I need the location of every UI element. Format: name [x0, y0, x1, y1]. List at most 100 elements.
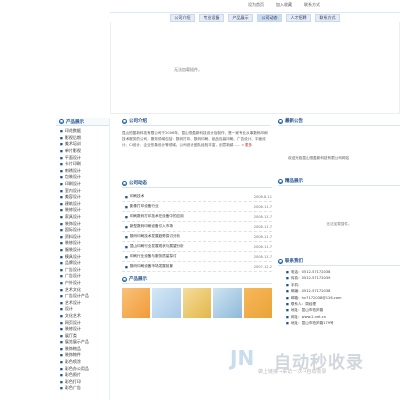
- products-title-icon: ■: [122, 276, 127, 282]
- sidebar-item[interactable]: ■ 艺术设计: [56, 299, 109, 306]
- bullet-icon: ■: [60, 379, 63, 384]
- nav-jobs[interactable]: 人才招聘: [286, 14, 311, 22]
- bullet-icon: ■: [125, 244, 128, 249]
- sidebar-item[interactable]: ■ 彩色办公用品: [56, 365, 109, 372]
- sidebar-item[interactable]: ■ 装饰物品: [56, 346, 109, 353]
- announcement-section: ■ 最新公告 欢迎光临昆山恒盈新科技有限公司网站: [278, 118, 400, 178]
- sidebar-item[interactable]: ■ 装饰设计: [56, 220, 109, 227]
- sidebar-item-label: 装修设计: [64, 207, 81, 213]
- news-row-title: ■ 新型数码印刷设备引入市场: [125, 224, 173, 229]
- add-favorite-link[interactable]: 加入收藏: [276, 2, 292, 8]
- sidebar-item[interactable]: ■ 包装设计: [56, 174, 109, 181]
- product-image[interactable]: [152, 288, 181, 318]
- nav-news[interactable]: 公司动态: [257, 14, 282, 22]
- sidebar-item[interactable]: ■ 家具设计: [56, 214, 109, 221]
- news-row[interactable]: ■ 印刷行业设备与服务质量探讨 2008.11.7: [122, 252, 272, 262]
- sidebar-item[interactable]: ■ 展厅类: [56, 332, 109, 339]
- bullet-icon: ■: [60, 366, 63, 371]
- watermark-logo-icon: JN: [230, 346, 255, 370]
- bullet-icon: ■: [60, 135, 63, 140]
- sidebar-item-label: 广告设计: [64, 266, 81, 272]
- sidebar-item[interactable]: ■ 室内设计: [56, 187, 109, 194]
- bullet-icon: ■: [60, 386, 63, 391]
- sidebar-item[interactable]: ■ 网页设计: [56, 319, 109, 326]
- news-headline: 印刷行业设备与服务质量探讨: [129, 254, 177, 258]
- news-row[interactable]: ■ 昆山印刷行业发展现状与展望分析 2008.11.7: [122, 242, 272, 252]
- news-date: 2008.11.7: [253, 234, 272, 239]
- sidebar-item[interactable]: ■ 平面设计: [56, 154, 109, 161]
- nav-contact[interactable]: 联系方式: [315, 14, 340, 22]
- sidebar-item[interactable]: ■ 印刷设计: [56, 181, 109, 188]
- sidebar-item[interactable]: ■ 美容设计: [56, 194, 109, 201]
- sidebar-item[interactable]: ■ 装修设计: [56, 207, 109, 214]
- nav-equipment[interactable]: 专业设备: [199, 14, 224, 22]
- announcement-title-icon: ■: [278, 118, 283, 124]
- news-row[interactable]: ■ 印刷数码打印技术在设备中的应用 2008.11.7: [122, 212, 272, 222]
- sidebar-item[interactable]: ■ 影视后期: [56, 135, 109, 142]
- sidebar-item[interactable]: ■ 艺术文化: [56, 286, 109, 293]
- sidebar-item-label: 品牌设计: [64, 260, 81, 266]
- sidebar-item-label: 印刷设计: [64, 181, 81, 187]
- sidebar-item-label: 彩色广告: [64, 385, 81, 391]
- bullet-icon: ■: [60, 346, 63, 351]
- product-image[interactable]: [182, 288, 212, 318]
- sidebar-item[interactable]: ■ 建筑设计: [56, 201, 109, 208]
- bullet-icon: ■: [60, 287, 63, 292]
- news-row-title: ■ 印刷行业设备与服务质量探讨: [125, 254, 177, 259]
- news-row-title: ■ 影像打印设备行业: [125, 204, 159, 209]
- sidebar-item[interactable]: ■ 彩色广告: [56, 385, 109, 392]
- nav-company-intro[interactable]: 公司介绍: [170, 14, 195, 22]
- news-row[interactable]: ■ 数码印刷技术发展趋势探讨分析 2008.11.7: [122, 232, 272, 242]
- sidebar-item[interactable]: ■ 展览展示产品: [56, 339, 109, 346]
- news-section: ■ 公司动态 ■ 印刷技术 2008.8.11 ■ 影像打印设备行业 2008.11.7 ■…: [122, 180, 272, 272]
- sidebar-item[interactable]: ■ 装饰物件: [56, 352, 109, 359]
- news-date: 2008.11.7: [253, 214, 272, 219]
- sidebar-item[interactable]: ■ 彩色打印: [56, 379, 109, 386]
- sidebar-item[interactable]: ■ 模具设计: [56, 253, 109, 260]
- news-row[interactable]: ■ 影像打印设备行业 2008.11.7: [122, 202, 272, 212]
- news-row[interactable]: ■ 新型数码印刷设备引入市场 2008.11.7: [122, 222, 272, 232]
- sidebar-item[interactable]: ■ 装修设计: [56, 326, 109, 333]
- bullet-icon: ■: [125, 264, 128, 269]
- bullet-icon: ■: [60, 129, 63, 134]
- sidebar-item[interactable]: ■ 户外设计: [56, 280, 109, 287]
- sidebar-item[interactable]: ■ 品牌设计: [56, 260, 109, 267]
- sidebar-item[interactable]: ■ 文化艺术: [56, 313, 109, 320]
- sidebar-item[interactable]: ■ 彩色照片: [56, 372, 109, 379]
- set-homepage-link[interactable]: 设为首页: [248, 2, 264, 8]
- product-image[interactable]: [122, 288, 151, 318]
- news-row[interactable]: ■ 印刷技术 2008.8.11: [122, 192, 272, 202]
- sidebar-item[interactable]: ■ 设计: [56, 306, 109, 313]
- sidebar-item[interactable]: ■ 刺绣设计: [56, 168, 109, 175]
- sidebar-item[interactable]: ■ 资料设计: [56, 234, 109, 241]
- product-image[interactable]: [213, 288, 242, 318]
- sidebar-item[interactable]: ■ 国际设计: [56, 227, 109, 234]
- sidebar-item-label: 室内设计: [64, 187, 81, 193]
- news-row[interactable]: ■ 数码印刷设备市场发展前景 2007.12.2: [122, 262, 272, 272]
- bullet-icon: ■: [60, 208, 63, 213]
- nav-products[interactable]: 产品展示: [228, 14, 253, 22]
- sidebar-item[interactable]: ■ 广告设计产品: [56, 293, 109, 300]
- news-date: 2008.11.7: [253, 204, 272, 209]
- contact-line-text: 地址：昆山市柏庐路179号: [290, 321, 334, 326]
- sidebar-item[interactable]: ■ 印花数据: [56, 128, 109, 135]
- sidebar-item-label: 建筑设计: [64, 200, 81, 206]
- featured-plugin-message: 无法加载插件。: [326, 222, 352, 226]
- announcement-title-text: 最新公告: [285, 119, 303, 124]
- sidebar-item[interactable]: ■ 广告设计: [56, 273, 109, 280]
- sidebar-item-label: 资料设计: [64, 233, 81, 239]
- sidebar-item[interactable]: ■ 卡片印刷: [56, 161, 109, 168]
- sidebar-item-label: 设计: [64, 306, 73, 312]
- sidebar-item[interactable]: ■ 单片影视: [56, 148, 109, 155]
- contact-link[interactable]: 联系方式: [304, 2, 320, 8]
- product-image[interactable]: [243, 288, 273, 318]
- banner-area: [110, 22, 400, 114]
- sidebar-item[interactable]: ■ 装修设计: [56, 240, 109, 247]
- sidebar-item[interactable]: ■ 服装设计: [56, 247, 109, 254]
- about-more-link[interactable]: » 更多: [242, 143, 252, 147]
- sidebar-item[interactable]: ■ 广告设计: [56, 266, 109, 273]
- sidebar-item[interactable]: ■ 彩色喷涂: [56, 359, 109, 366]
- bullet-icon: ■: [60, 149, 63, 154]
- sidebar-item[interactable]: ■ 美术培训: [56, 141, 109, 148]
- bullet-icon: ■: [60, 307, 63, 312]
